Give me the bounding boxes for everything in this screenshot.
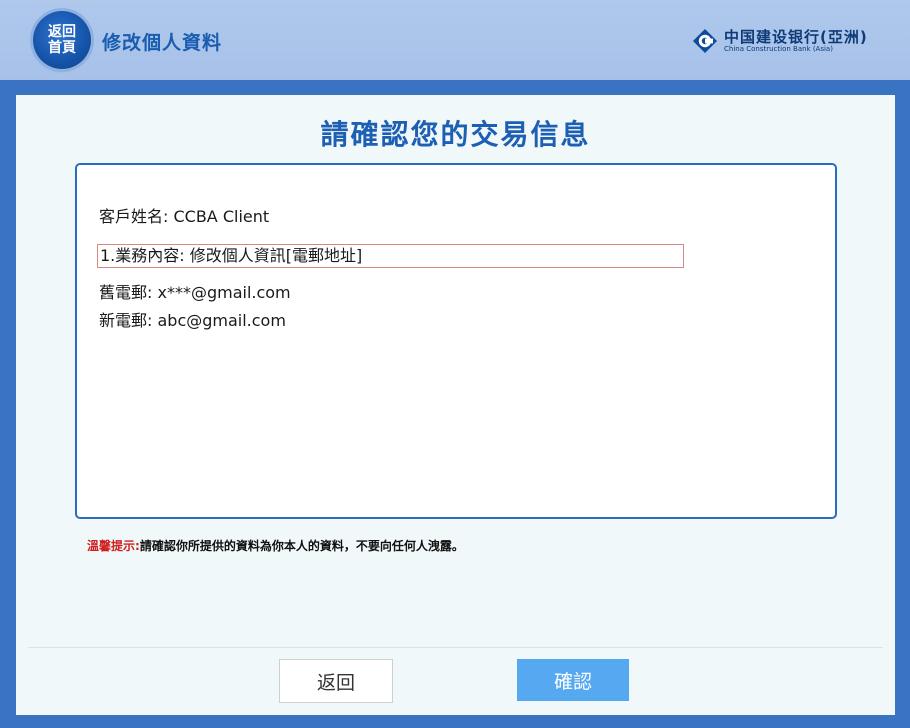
old-email-row: 舊電郵: x***@gmail.com <box>99 283 291 302</box>
confirm-panel: 請確認您的交易信息 客戶姓名: CCBA Client 1.業務內容: 修改個人… <box>16 95 895 715</box>
ccb-logo-icon <box>693 29 717 53</box>
new-email-row: 新電郵: abc@gmail.com <box>99 311 286 330</box>
transaction-details-box: 客戶姓名: CCBA Client 1.業務內容: 修改個人資訊[電郵地址] 舊… <box>75 163 837 519</box>
app-window: 返回 首頁 修改個人資料 中国建设银行(亞洲) China Constructi… <box>0 0 910 728</box>
page-title: 修改個人資料 <box>102 32 223 54</box>
home-button[interactable]: 返回 首頁 <box>33 11 91 69</box>
notice-label: 溫馨提示: <box>87 539 140 553</box>
brand-logo-group: 中国建设银行(亞洲) China Construction Bank (Asia… <box>692 26 868 56</box>
footer-divider <box>28 647 883 648</box>
brand-name-cn: 中国建设银行(亞洲) <box>724 27 868 46</box>
back-button[interactable]: 返回 <box>279 659 393 703</box>
notice-message: 請確認你所提供的資料為你本人的資料，不要向任何人洩露。 <box>139 539 464 553</box>
notice-text: 溫馨提示:請確認你所提供的資料為你本人的資料，不要向任何人洩露。 <box>87 537 464 554</box>
brand-name-en: China Construction Bank (Asia) <box>724 44 833 53</box>
home-button-line2: 首頁 <box>48 40 76 56</box>
business-content-row: 1.業務內容: 修改個人資訊[電郵地址] <box>97 244 684 268</box>
confirm-heading: 請確認您的交易信息 <box>320 118 591 151</box>
header-bar: 返回 首頁 修改個人資料 中国建设银行(亞洲) China Constructi… <box>0 0 910 80</box>
home-button-line1: 返回 <box>48 24 76 40</box>
customer-name-row: 客戶姓名: CCBA Client <box>99 207 270 226</box>
confirm-button[interactable]: 確認 <box>517 659 629 701</box>
